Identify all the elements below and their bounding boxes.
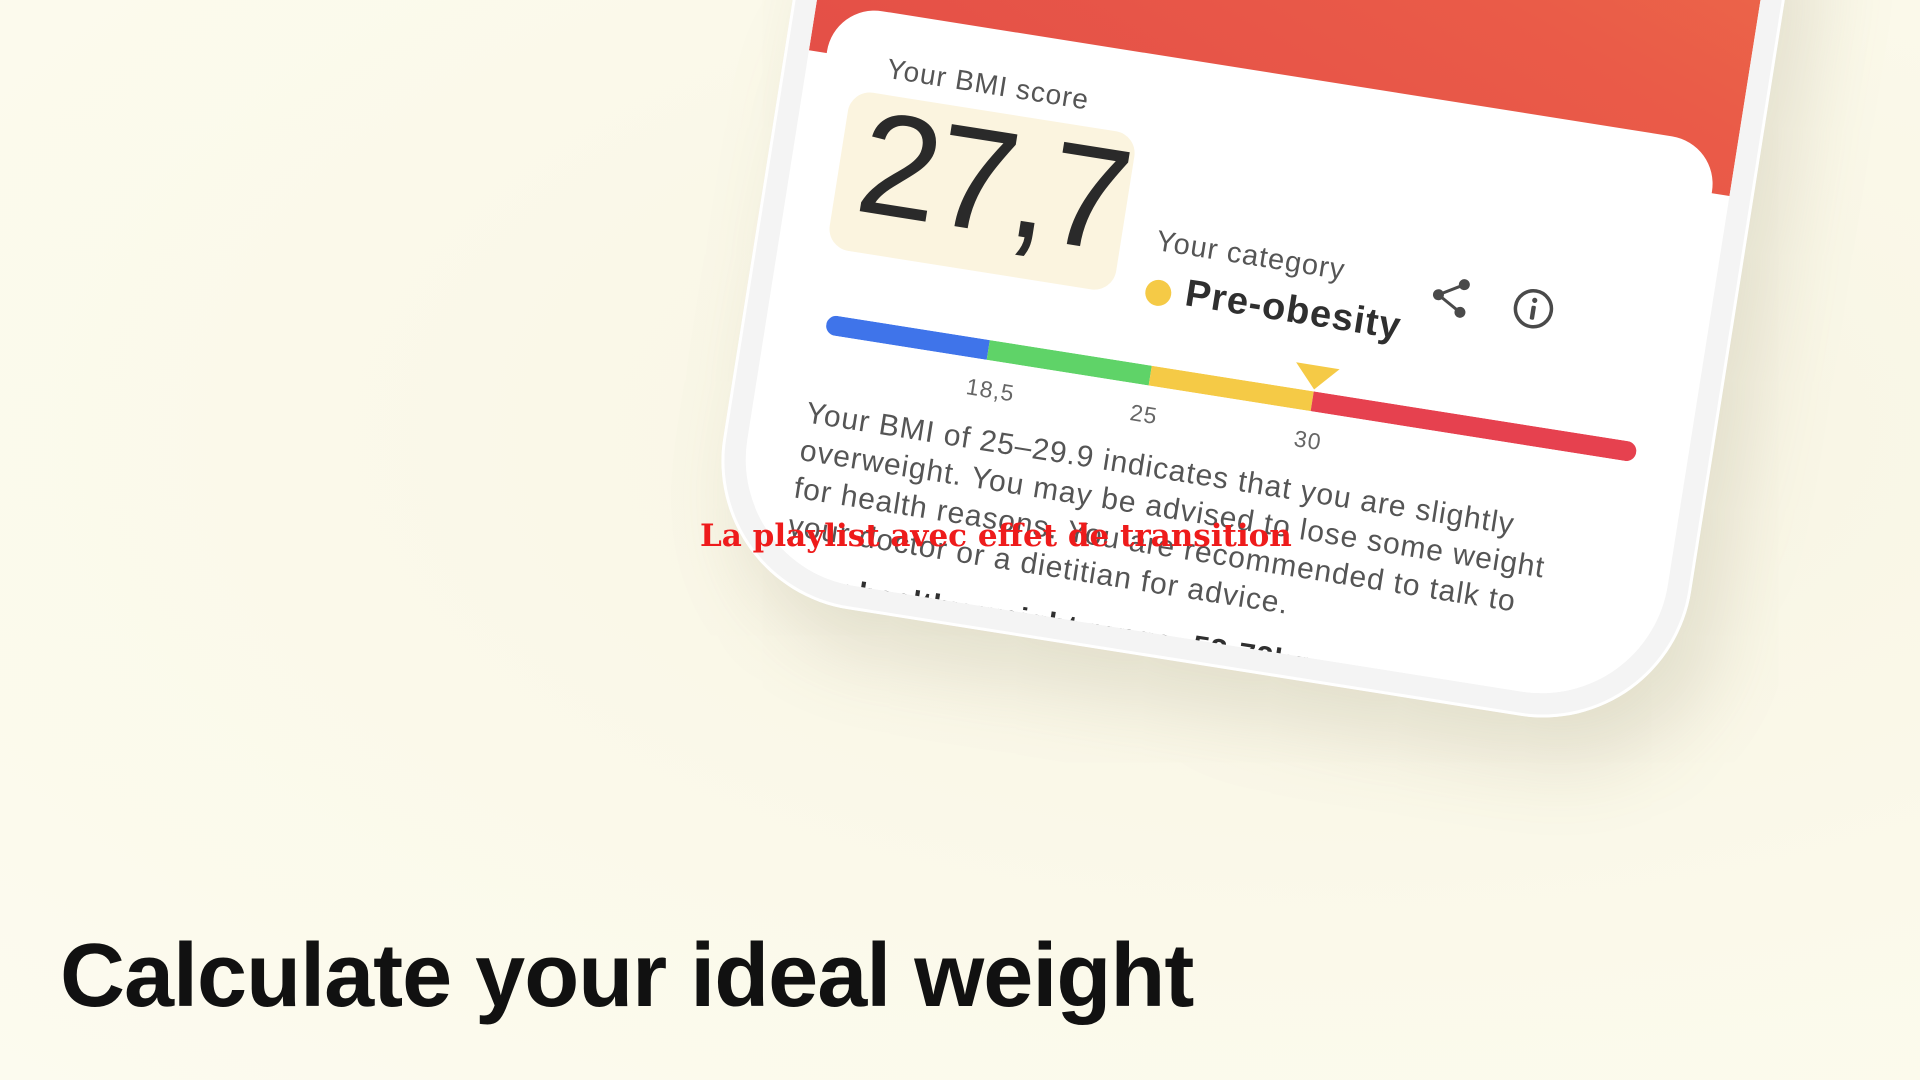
- scale-segment-normal: [986, 340, 1152, 386]
- bmi-score-value: 27,7: [847, 79, 1139, 283]
- video-frame: Your BMI score 27,7 Your category Pre-ob…: [0, 0, 1920, 1080]
- home-indicator[interactable]: [1006, 704, 1180, 712]
- scale-segment-underweight: [824, 314, 990, 360]
- promo-headline: Calculate your ideal weight: [60, 926, 1194, 1026]
- phone-screen: Your BMI score 27,7 Your category Pre-ob…: [727, 0, 1833, 712]
- scale-segment-preobesity: [1148, 365, 1314, 412]
- category-label: Your category: [1153, 225, 1348, 287]
- scale-tick: 25: [1128, 399, 1160, 430]
- phone-mockup: Your BMI score 27,7 Your category Pre-ob…: [699, 0, 1861, 740]
- bmi-score-box: 27,7: [826, 79, 1139, 293]
- category-dot: [1143, 278, 1174, 308]
- scale-segment-obesity: [1310, 391, 1638, 463]
- scale-tick: 30: [1292, 425, 1324, 456]
- scale-tick: 18,5: [964, 373, 1017, 407]
- category-value: Pre-obesity: [1182, 272, 1405, 349]
- share-icon[interactable]: [1425, 270, 1478, 323]
- info-icon[interactable]: [1508, 284, 1558, 334]
- overlay-caption: La playlist avec effet de transition: [700, 518, 1292, 554]
